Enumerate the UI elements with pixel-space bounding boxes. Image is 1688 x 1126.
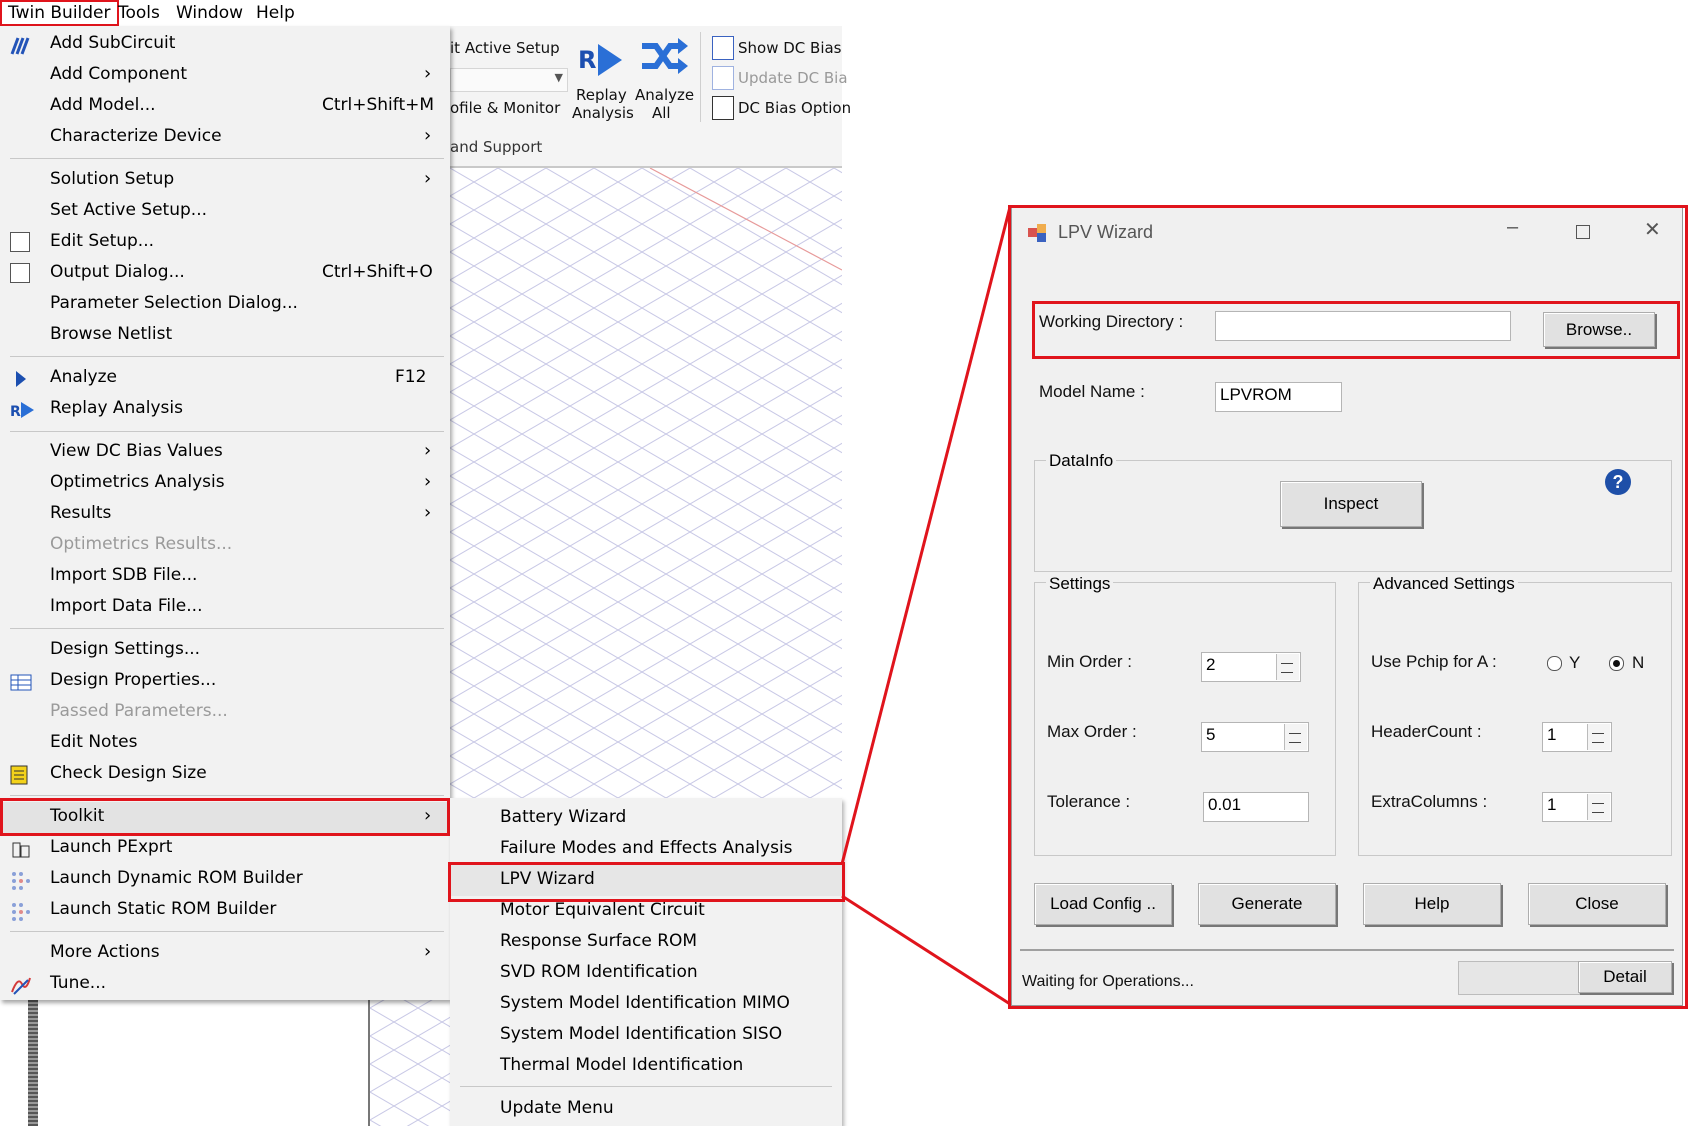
dialog-highlight bbox=[1008, 205, 1688, 1009]
